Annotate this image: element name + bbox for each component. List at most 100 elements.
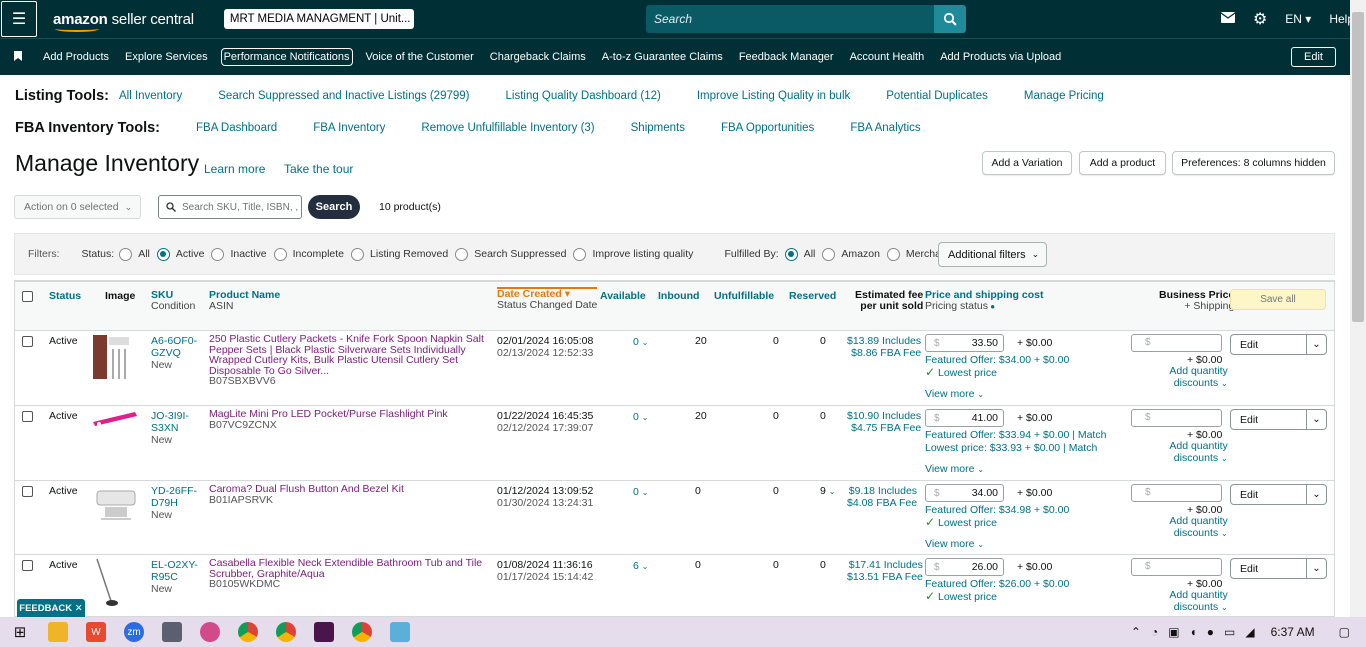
row-estimated-fee[interactable]: $13.89 Includes $8.86 FBA Fee <box>847 335 921 359</box>
business-price-input[interactable]: $ <box>1131 334 1222 352</box>
nav-item-feedback-manager[interactable]: Feedback Manager <box>738 50 835 64</box>
status-filter-incomplete[interactable]: Incomplete <box>273 247 344 261</box>
fba-tool-opportunities[interactable]: FBA Opportunities <box>721 122 814 134</box>
col-price[interactable]: Price and shipping cost Pricing status ● <box>925 290 1043 312</box>
hamburger-menu-icon[interactable]: ☰ <box>1 1 37 37</box>
nav-item-voice-of-customer[interactable]: Voice of the Customer <box>365 50 475 64</box>
product-name-link[interactable]: Caroma? Dual Flush Button And Bezel Kit B… <box>209 484 491 505</box>
col-status[interactable]: Status <box>49 290 81 302</box>
add-product-button[interactable]: Add a product <box>1079 151 1166 175</box>
nav-item-account-health[interactable]: Account Health <box>849 50 926 64</box>
microphone-icon[interactable]: ● <box>1207 625 1214 639</box>
wifi-icon[interactable]: ◔ <box>1151 625 1158 639</box>
featured-offer[interactable]: Featured Offer: $33.94 + $0.00 | Match <box>925 429 1106 441</box>
windows-start-icon[interactable]: ⊞ <box>10 622 30 642</box>
chevron-down-icon[interactable]: ⌄ <box>1306 559 1326 578</box>
edit-button[interactable]: Edit ⌄ <box>1230 484 1327 505</box>
view-more-link[interactable]: View more ⌄ <box>925 388 984 401</box>
row-available[interactable]: 0 ⌄ <box>633 411 648 424</box>
fulfilled-filter-amazon[interactable]: Amazon <box>822 247 880 261</box>
additional-filters-dropdown[interactable]: Additional filters ⌄ <box>938 242 1047 267</box>
select-all-checkbox[interactable] <box>22 291 33 302</box>
info-icon[interactable]: ● <box>988 302 995 311</box>
chevron-down-icon[interactable]: ⌄ <box>1306 485 1326 504</box>
notification-icon[interactable]: ▢ <box>1339 625 1350 639</box>
status-filter-all[interactable]: All <box>119 247 150 261</box>
row-estimated-fee[interactable]: $10.90 Includes $4.75 FBA Fee <box>847 410 921 434</box>
col-inbound[interactable]: Inbound <box>658 290 699 302</box>
featured-offer[interactable]: Featured Offer: $34.98 + $0.00 <box>925 504 1069 516</box>
price-input[interactable]: $26.00 <box>925 558 1004 576</box>
chrome-icon[interactable] <box>238 622 258 642</box>
price-input[interactable]: $33.50 <box>925 334 1004 352</box>
chevron-down-icon[interactable]: ⌄ <box>1306 410 1326 429</box>
zoom-icon[interactable]: zm <box>124 622 144 642</box>
row-checkbox[interactable] <box>22 411 33 422</box>
product-image[interactable] <box>91 408 139 431</box>
listing-tool-suppressed[interactable]: Search Suppressed and Inactive Listings … <box>218 90 469 102</box>
add-quantity-discounts-link[interactable]: Add quantity discounts ⌄ <box>1165 589 1227 614</box>
add-quantity-discounts-link[interactable]: Add quantity discounts ⌄ <box>1165 365 1227 390</box>
nav-item-add-products[interactable]: Add Products <box>42 50 110 64</box>
edit-button[interactable]: Edit ⌄ <box>1230 558 1327 579</box>
row-available[interactable]: 6 ⌄ <box>633 560 648 573</box>
chevron-up-icon[interactable]: ⌃ <box>1131 625 1141 639</box>
notepad-icon[interactable] <box>390 622 410 642</box>
feedback-tab[interactable]: FEEDBACK ✕ <box>17 599 85 617</box>
chevron-down-icon[interactable]: ⌄ <box>1306 335 1326 354</box>
fba-tool-shipments[interactable]: Shipments <box>631 122 685 134</box>
product-image[interactable] <box>91 483 141 530</box>
row-available[interactable]: 0 ⌄ <box>633 336 648 349</box>
col-reserved[interactable]: Reserved <box>789 290 836 302</box>
slack-icon[interactable] <box>314 622 334 642</box>
edit-button[interactable]: Edit ⌄ <box>1230 409 1327 430</box>
row-estimated-fee[interactable]: $9.18 Includes $4.08 FBA Fee <box>847 485 917 509</box>
row-checkbox[interactable] <box>22 336 33 347</box>
row-available[interactable]: 0 ⌄ <box>633 486 648 499</box>
status-filter-suppressed[interactable]: Search Suppressed <box>455 247 566 261</box>
mail-icon[interactable] <box>1220 12 1236 26</box>
bulk-action-dropdown[interactable]: Action on 0 selected ⌄ <box>14 195 141 219</box>
product-image[interactable] <box>91 333 131 384</box>
fba-tool-remove-unfulfillable[interactable]: Remove Unfulfillable Inventory (3) <box>421 122 594 134</box>
status-filter-inactive[interactable]: Inactive <box>211 247 267 261</box>
listing-tool-all-inventory[interactable]: All Inventory <box>119 90 182 102</box>
chrome-profile-2-icon[interactable] <box>352 622 372 642</box>
sku-search-button[interactable]: Search <box>308 195 360 219</box>
row-sku[interactable]: JO-3I9I- S3XN <box>151 410 189 434</box>
price-input[interactable]: $34.00 <box>925 484 1004 502</box>
product-image[interactable] <box>91 557 121 612</box>
featured-offer[interactable]: Featured Offer: $26.00 + $0.00 <box>925 578 1069 590</box>
fba-tool-dashboard[interactable]: FBA Dashboard <box>196 122 277 134</box>
nav-item-add-products-upload[interactable]: Add Products via Upload <box>939 50 1062 64</box>
store-selector[interactable]: MRT MEDIA MANAGMENT | Unit... <box>223 9 414 29</box>
nav-item-explore-services[interactable]: Explore Services <box>124 50 209 64</box>
featured-offer[interactable]: Featured Offer: $34.00 + $0.00 <box>925 354 1069 366</box>
gear-icon[interactable]: ⚙ <box>1253 9 1267 29</box>
status-filter-active[interactable]: Active <box>156 247 204 261</box>
save-all-button[interactable]: Save all <box>1230 289 1326 310</box>
sku-search-input[interactable]: Search SKU, Title, ISBN, , <box>158 195 302 219</box>
col-product-name[interactable]: Product Name ASIN <box>209 290 280 312</box>
business-price-input[interactable]: $ <box>1131 484 1222 502</box>
edit-button[interactable]: Edit ⌄ <box>1230 334 1327 355</box>
price-input[interactable]: $41.00 <box>925 409 1004 427</box>
status-filter-removed[interactable]: Listing Removed <box>351 247 448 261</box>
calculator-icon[interactable] <box>162 622 182 642</box>
network-icon[interactable]: ◢ <box>1245 625 1254 639</box>
product-name-link[interactable]: Casabella Flexible Neck Extendible Bathr… <box>209 558 491 590</box>
fba-tool-inventory[interactable]: FBA Inventory <box>313 122 385 134</box>
battery-icon[interactable]: ▭ <box>1224 625 1235 639</box>
product-name-link[interactable]: MagLite Mini Pro LED Pocket/Purse Flashl… <box>209 409 491 430</box>
row-estimated-fee[interactable]: $17.41 Includes $13.51 FBA Fee <box>847 559 923 583</box>
listing-tool-manage-pricing[interactable]: Manage Pricing <box>1024 90 1104 102</box>
col-unfulfillable[interactable]: Unfulfillable <box>714 290 774 302</box>
speaker-icon[interactable]: ◖ <box>1190 625 1197 639</box>
add-quantity-discounts-link[interactable]: Add quantity discounts ⌄ <box>1165 515 1227 540</box>
preferences-button[interactable]: Preferences: 8 columns hidden <box>1172 151 1335 175</box>
listing-tool-improve-bulk[interactable]: Improve Listing Quality in bulk <box>697 90 850 102</box>
language-selector[interactable]: EN ▾ <box>1285 12 1311 26</box>
add-quantity-discounts-link[interactable]: Add quantity discounts ⌄ <box>1165 440 1227 465</box>
status-filter-improve-quality[interactable]: Improve listing quality <box>573 247 693 261</box>
business-price-input[interactable]: $ <box>1131 558 1222 576</box>
